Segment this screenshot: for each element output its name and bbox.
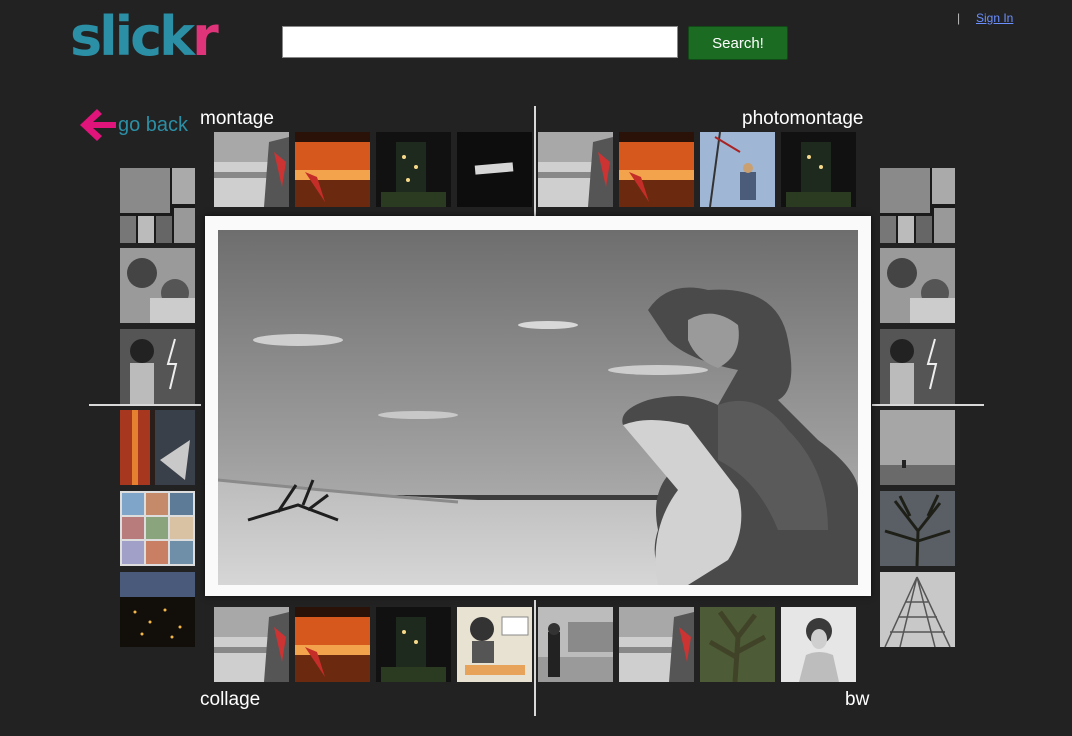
- thumbnail[interactable]: [880, 248, 955, 323]
- thumbnail[interactable]: [120, 491, 195, 566]
- divider-top: [534, 106, 536, 216]
- go-back-button[interactable]: go back: [80, 108, 188, 142]
- thumbnail[interactable]: [700, 607, 775, 682]
- thumbnail[interactable]: [781, 607, 856, 682]
- logo-part-2: r: [192, 5, 219, 68]
- featured-photo[interactable]: [218, 230, 858, 585]
- divider-bottom: [534, 600, 536, 716]
- thumbnail[interactable]: [619, 132, 694, 207]
- label-photomontage[interactable]: photomontage: [742, 108, 864, 130]
- thumbnail[interactable]: [376, 132, 451, 207]
- thumbnail[interactable]: [880, 572, 955, 647]
- left-arrow-icon: [80, 109, 116, 141]
- label-collage[interactable]: collage: [200, 689, 260, 711]
- thumbnail[interactable]: [619, 607, 694, 682]
- thumbnail[interactable]: [120, 329, 195, 404]
- slickr-logo[interactable]: slickr: [70, 2, 219, 72]
- go-back-label: go back: [118, 113, 189, 136]
- logo-part-1: slick: [70, 5, 195, 68]
- thumbnail[interactable]: [120, 410, 195, 485]
- thumbnail[interactable]: [781, 132, 856, 207]
- divider-right: [872, 404, 984, 406]
- thumbnail[interactable]: [880, 491, 955, 566]
- thumbnail[interactable]: [457, 132, 532, 207]
- thumbnail[interactable]: [295, 607, 370, 682]
- thumbnail[interactable]: [120, 572, 195, 647]
- thumbnail[interactable]: [700, 132, 775, 207]
- sign-in-link[interactable]: Sign In: [976, 11, 1013, 25]
- thumbnail[interactable]: [880, 329, 955, 404]
- thumbnail[interactable]: [880, 410, 955, 485]
- thumbnail[interactable]: [214, 607, 289, 682]
- label-bw[interactable]: bw: [845, 689, 869, 711]
- thumbnail[interactable]: [880, 168, 955, 243]
- thumbnail[interactable]: [538, 132, 613, 207]
- thumbnail[interactable]: [538, 607, 613, 682]
- thumbnail[interactable]: [295, 132, 370, 207]
- divider-left: [89, 404, 201, 406]
- thumbnail[interactable]: [376, 607, 451, 682]
- thumbnail[interactable]: [214, 132, 289, 207]
- thumbnail[interactable]: [120, 248, 195, 323]
- header-separator: |: [957, 11, 961, 25]
- search-button[interactable]: Search!: [688, 26, 788, 60]
- thumbnail[interactable]: [457, 607, 532, 682]
- search-input[interactable]: [282, 26, 678, 58]
- thumbnail[interactable]: [120, 168, 195, 243]
- label-montage[interactable]: montage: [200, 108, 274, 130]
